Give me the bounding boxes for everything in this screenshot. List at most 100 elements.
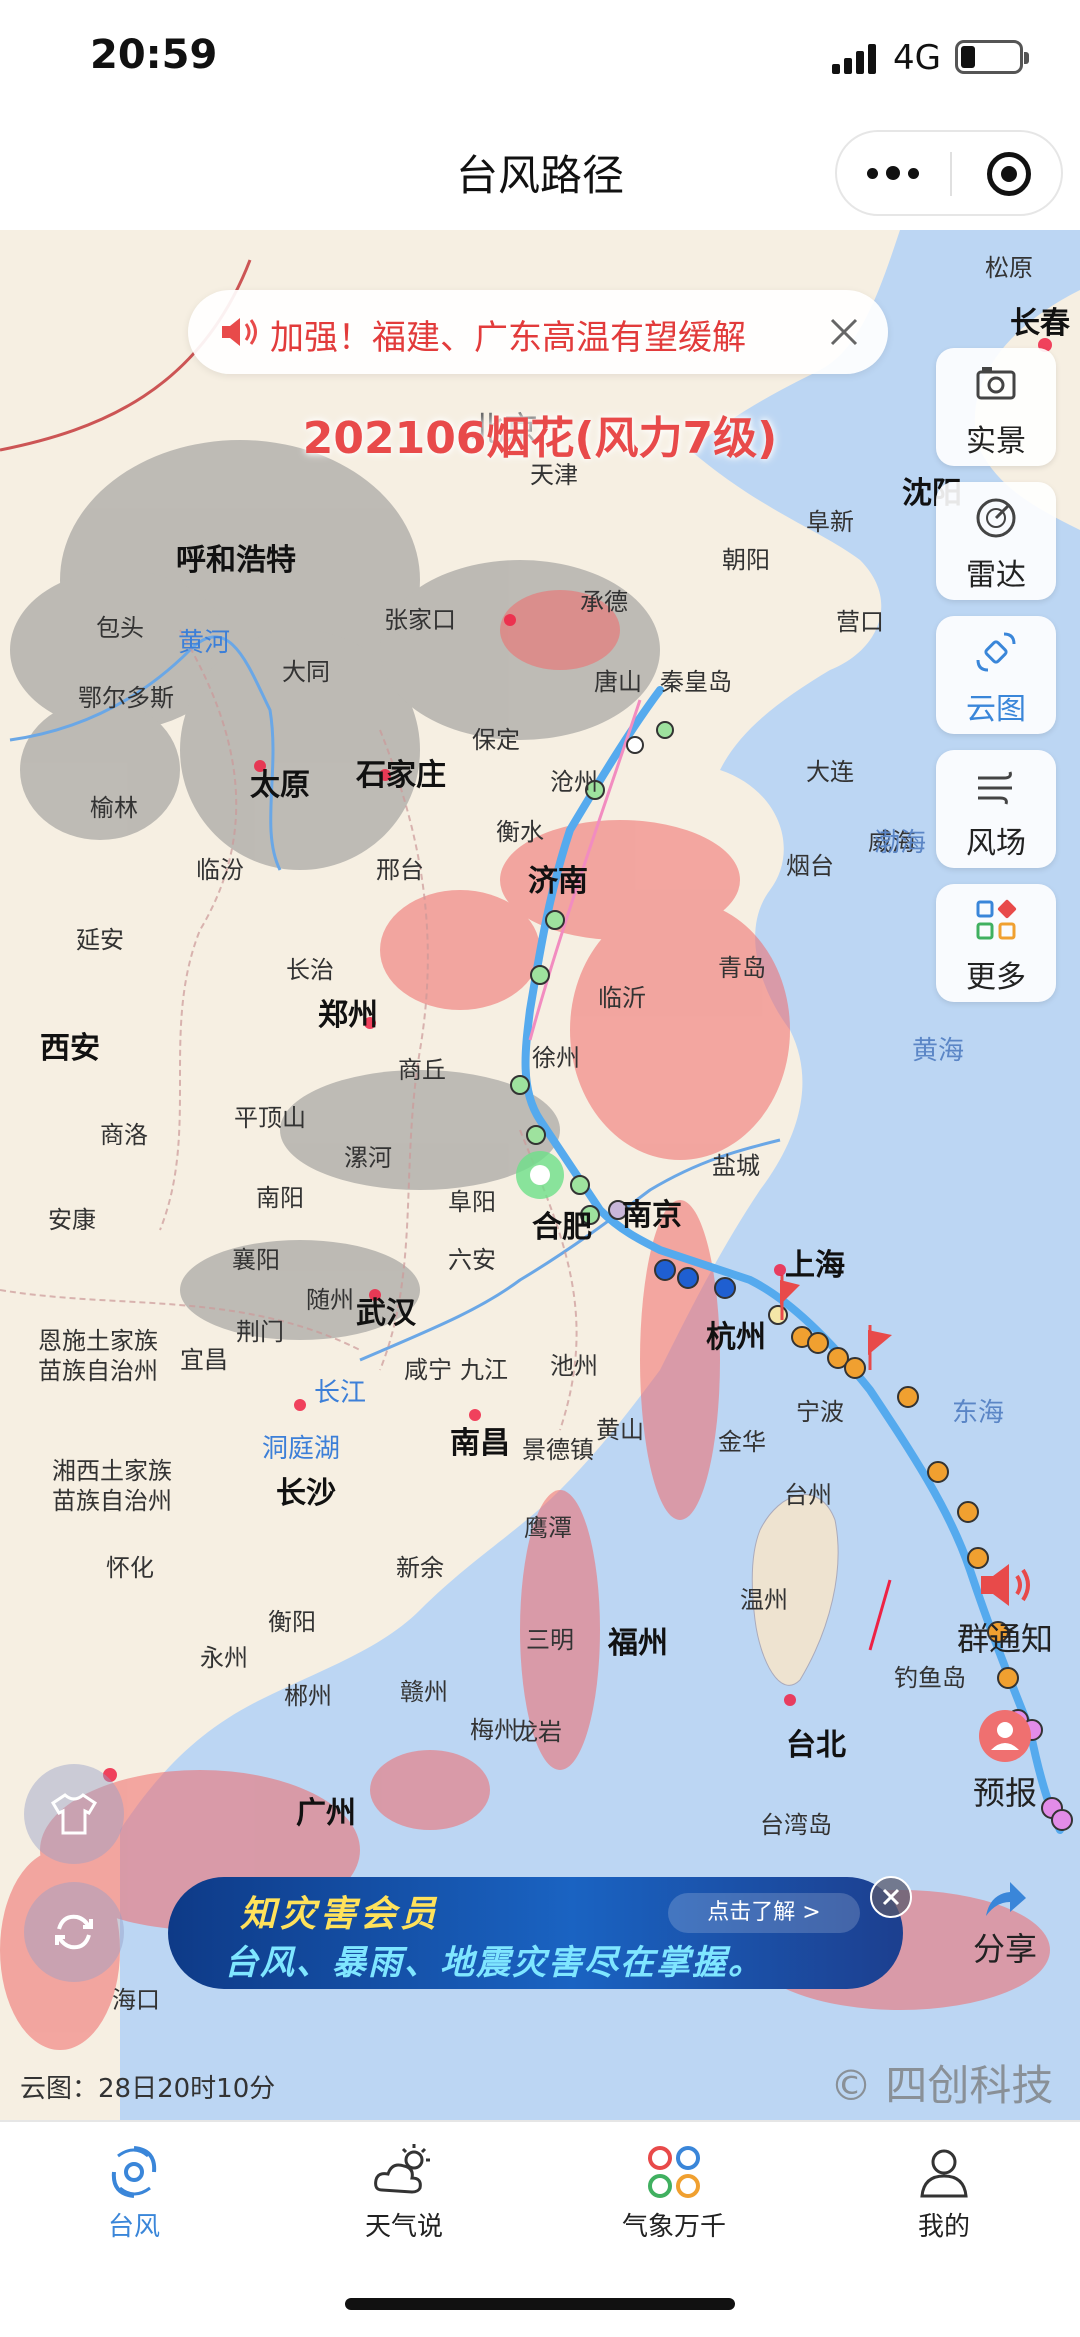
close-icon <box>882 1888 900 1906</box>
label-shangluo: 商洛 <box>100 1121 148 1149</box>
battery-icon <box>955 40 1029 74</box>
label-longyan: 龙岩 <box>514 1718 562 1746</box>
label-chengde: 承德 <box>580 588 628 616</box>
tool-radar-button[interactable]: 雷达 <box>936 482 1056 600</box>
label-changjiang: 长江 <box>314 1378 367 1408</box>
label-zhengzhou: 郑州 <box>318 998 378 1033</box>
tab-typhoon[interactable]: 台风 <box>34 2142 234 2243</box>
tab-weather[interactable]: 天气说 <box>304 2142 504 2243</box>
label-nanjing: 南京 <box>622 1198 682 1233</box>
label-guangzhou: 广州 <box>296 1796 356 1831</box>
status-time: 20:59 <box>90 32 218 78</box>
tool-more-button[interactable]: 更多 <box>936 884 1056 1002</box>
more-menu-button[interactable] <box>837 132 949 214</box>
label-changzhi: 长治 <box>286 956 334 984</box>
ad-close-button[interactable] <box>870 1876 912 1918</box>
label-datong: 大同 <box>282 658 330 686</box>
user-icon <box>920 2149 968 2198</box>
label-yantai: 烟台 <box>786 852 834 880</box>
label-huaihua: 怀化 <box>106 1554 154 1582</box>
tool-realview-button[interactable]: 实景 <box>936 348 1056 466</box>
label-donghai: 东海 <box>952 1398 1005 1428</box>
group-notify-button[interactable]: 群通知 <box>950 1560 1060 1660</box>
label-huangshan: 黄山 <box>596 1416 644 1444</box>
label-qinhuangdao: 秦皇岛 <box>660 668 732 696</box>
ad-banner[interactable]: 知灾害会员 台风、暴雨、地震灾害尽在掌握。 点击了解 > <box>168 1877 903 1989</box>
refresh-button[interactable] <box>24 1882 124 1982</box>
status-bar: 20:59 4G <box>0 0 1080 120</box>
tool-wind-button[interactable]: 风场 <box>936 750 1056 868</box>
label-chenzhou: 郴州 <box>284 1682 332 1710</box>
close-icon[interactable] <box>816 304 872 360</box>
label-pingdingshan: 平顶山 <box>234 1104 306 1132</box>
label-hangzhou: 杭州 <box>706 1320 766 1355</box>
label-changsha: 长沙 <box>276 1476 336 1511</box>
theme-button[interactable] <box>24 1764 124 1864</box>
signal-icon <box>832 42 876 74</box>
label-dongtinghu: 洞庭湖 <box>262 1434 341 1464</box>
label-shijiazhuang: 石家庄 <box>356 758 446 793</box>
label-bohai: 渤海 <box>874 828 927 858</box>
label-chaoyang: 朝阳 <box>722 546 770 574</box>
label-songyuan: 松原 <box>985 254 1033 282</box>
label-xinyu: 新余 <box>396 1554 444 1582</box>
label-suizhou: 随州 <box>306 1286 354 1314</box>
label-xiangyang: 襄阳 <box>232 1246 280 1274</box>
ad-cta-button[interactable]: 点击了解 > <box>668 1893 860 1933</box>
notice-banner[interactable]: 加强！福建、广东高温有望缓解 <box>188 290 888 374</box>
tool-cloud-button[interactable]: 云图 <box>936 616 1056 734</box>
label-chizhou: 池州 <box>550 1352 598 1380</box>
tool-radar-label: 雷达 <box>966 558 1026 593</box>
label-jinhua: 金华 <box>718 1428 766 1456</box>
label-fuyang: 阜阳 <box>448 1188 496 1216</box>
satellite-icon <box>976 632 1016 672</box>
label-dalian: 大连 <box>806 758 854 786</box>
label-xuzhou: 徐州 <box>532 1044 580 1072</box>
label-jingdezhen: 景德镇 <box>522 1436 594 1464</box>
label-hefei: 合肥 <box>532 1210 592 1245</box>
label-cangzhou: 沧州 <box>550 768 598 796</box>
label-haikou: 海口 <box>112 1986 160 2014</box>
label-linfen: 临汾 <box>196 856 244 884</box>
notice-text: 加强！福建、广东高温有望缓解 <box>270 318 746 358</box>
tab-meteorology[interactable]: 气象万千 <box>574 2142 774 2243</box>
close-miniprogram-button[interactable] <box>987 152 1031 196</box>
label-liuan: 六安 <box>448 1246 496 1274</box>
forecast-button[interactable]: 预报 <box>950 1708 1060 1814</box>
tab-meteorology-label: 气象万千 <box>621 2212 726 2242</box>
label-fuzhou: 福州 <box>608 1626 668 1661</box>
label-huhehaote: 呼和浩特 <box>176 543 296 578</box>
tool-cloud-label: 云图 <box>966 692 1026 727</box>
label-yichang: 宜昌 <box>180 1346 228 1374</box>
tab-weather-label: 天气说 <box>364 2212 443 2242</box>
home-indicator <box>345 2298 735 2310</box>
group-notify-label: 群通知 <box>956 1620 1053 1658</box>
tab-mine[interactable]: 我的 <box>844 2142 1044 2243</box>
wind-icon <box>978 771 1012 805</box>
label-wuhan: 武汉 <box>356 1296 416 1331</box>
label-ankang: 安康 <box>48 1206 96 1234</box>
label-baotou: 包头 <box>96 614 144 642</box>
tool-realview-label: 实景 <box>966 424 1026 459</box>
tool-more-label: 更多 <box>966 960 1026 995</box>
label-ganzhou: 赣州 <box>400 1678 448 1706</box>
radar-icon <box>976 498 1016 538</box>
person-pin-icon <box>979 1710 1031 1762</box>
label-enshi: 恩施土家族苗族自治州 <box>38 1327 158 1385</box>
label-taiwan: 台湾岛 <box>760 1811 832 1839</box>
label-yanan: 延安 <box>76 926 124 954</box>
miniprogram-capsule <box>835 130 1063 216</box>
label-shanghai: 上海 <box>785 1248 845 1283</box>
share-button[interactable]: 分享 <box>950 1880 1060 1970</box>
label-wenzhou: 温州 <box>740 1586 788 1614</box>
label-meizhou: 梅州 <box>470 1716 518 1744</box>
label-xian: 西安 <box>40 1031 100 1066</box>
weather-icon <box>374 2144 430 2194</box>
ad-subtitle: 台风、暴雨、地震灾害尽在掌握。 <box>224 1943 764 1983</box>
label-yancheng: 盐城 <box>712 1152 760 1180</box>
label-diaoyudao: 钓鱼岛 <box>894 1664 966 1692</box>
label-xianning: 咸宁 <box>404 1356 452 1384</box>
typhoon-map[interactable]: 北京 天津 石家庄 太原 呼和浩特 包头 鄂尔多斯 榆林 延安 西安 商洛 安康… <box>0 230 1080 2120</box>
label-yingkou: 营口 <box>836 608 884 636</box>
label-eerduosi: 鄂尔多斯 <box>78 684 174 712</box>
